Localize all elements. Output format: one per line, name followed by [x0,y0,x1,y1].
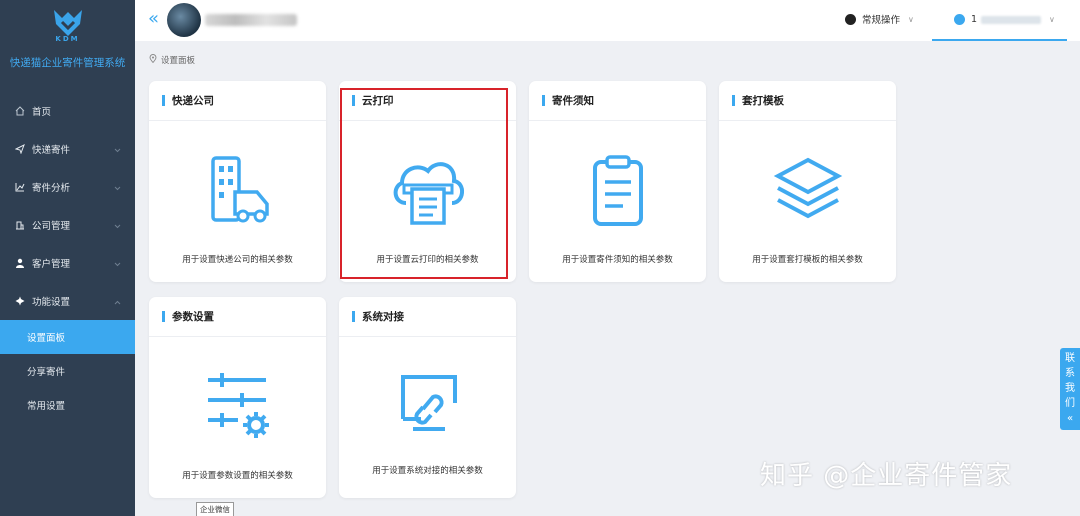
card-system-integration[interactable]: 系统对接 用于设置系统对接的相关参数 [339,297,516,498]
double-chevron-left-icon: « [1066,413,1074,424]
contact-us-char: 我 [1065,383,1075,394]
top-header: « 常规操作 ∨ 1 ∨ [135,0,1080,41]
chevron-down-icon [114,221,121,232]
sidebar-item-label: 公司管理 [32,221,71,232]
chevron-down-icon: ∨ [908,14,914,24]
chevron-down-icon: ∨ [1049,15,1055,24]
building-icon [14,219,26,231]
card-header: 系统对接 [339,297,516,337]
accent-bar [162,311,165,322]
operations-icon [845,13,856,25]
sidebar-item-label: 功能设置 [32,297,71,308]
chevron-down-icon [114,183,121,194]
sidebar-item-function-settings[interactable]: 功能设置 [0,282,135,320]
card-header: 套打模板 [719,81,896,121]
user-icon [14,257,26,269]
card-title: 寄件须知 [552,95,594,107]
avatar[interactable] [167,3,201,37]
layers-icon [773,157,842,219]
accent-bar [542,95,545,106]
card-title: 快递公司 [172,95,214,107]
sidebar-item-company[interactable]: 公司管理 [0,206,135,244]
logo-text: KDM [55,35,80,43]
sidebar-item-label: 客户管理 [32,259,71,270]
contact-us-char: 联 [1065,353,1075,364]
system-title: 快递猫企业寄件管理系统 [9,57,126,69]
location-pin-icon [149,54,157,66]
sidebar: KDM 快递猫企业寄件管理系统 首页 快递寄件 寄件分析 公司管理 客户管理 功… [0,0,135,516]
card-print-template[interactable]: 套打模板 用于设置套打模板的相关参数 [719,81,896,282]
sliders-icon [207,373,269,438]
card-description: 用于设置快递公司的相关参数 [182,255,293,265]
sidebar-item-label: 快递寄件 [32,145,71,156]
highlight-box [340,88,508,279]
sidebar-item-label: 寄件分析 [32,183,71,194]
card-description: 用于设置套打模板的相关参数 [752,255,863,265]
sidebar-item-analysis[interactable]: 寄件分析 [0,168,135,206]
operations-dropdown[interactable]: 常规操作 ∨ [845,12,914,26]
sidebar-menu: 首页 快递寄件 寄件分析 公司管理 客户管理 功能设置 设置面板 分享寄件 常用… [0,92,135,422]
chevron-down-icon [114,145,121,156]
chart-icon [14,181,26,193]
send-icon [14,143,26,155]
operations-label: 常规操作 [862,15,901,26]
card-shipping-notice[interactable]: 寄件须知 用于设置寄件须知的相关参数 [529,81,706,282]
contact-us-char: 们 [1065,398,1075,409]
card-description: 用于设置系统对接的相关参数 [372,466,483,476]
card-express-company[interactable]: 快递公司 用于设置快递公司的相关参数 [149,81,326,282]
card-parameter-settings[interactable]: 参数设置 用于设置参数设置的相关参数 [149,297,326,498]
card-header: 快递公司 [149,81,326,121]
link-monitor-icon [400,375,457,431]
sidebar-subitem-settings-panel[interactable]: 设置面板 [0,320,135,354]
watermark: 知乎 @企业寄件管家 [760,461,1013,491]
card-description: 用于设置寄件须知的相关参数 [562,255,673,265]
tooltip: 企业微信 [196,502,234,516]
chevron-down-icon [114,259,121,270]
sidebar-item-label: 首页 [32,107,52,118]
sidebar-item-home[interactable]: 首页 [0,92,135,130]
card-header: 参数设置 [149,297,326,337]
sidebar-subitem-common-settings[interactable]: 常用设置 [0,388,135,422]
contact-us-tab[interactable]: 联 系 我 们 « [1060,348,1080,430]
sidebar-item-customer[interactable]: 客户管理 [0,244,135,282]
card-description: 用于设置参数设置的相关参数 [182,471,293,481]
home-icon [14,105,26,117]
breadcrumb: 设置面板 [149,54,195,66]
breadcrumb-label: 设置面板 [161,56,196,66]
accent-bar [732,95,735,106]
contact-us-char: 系 [1065,368,1075,379]
card-header: 寄件须知 [529,81,706,121]
delivery-truck-icon [210,156,269,223]
user-icon [954,14,965,25]
card-title: 参数设置 [172,311,214,323]
gear-icon [14,295,26,307]
card-title: 套打模板 [742,95,784,107]
user-dropdown[interactable]: 1 ∨ [932,0,1067,41]
blurred-company-name [205,14,297,26]
collapse-sidebar-icon[interactable]: « [148,9,159,29]
accent-bar [162,95,165,106]
blurred-user-name [981,15,1042,24]
accent-bar [352,311,355,322]
card-title: 系统对接 [362,311,404,323]
chevron-up-icon [114,297,121,308]
sidebar-item-express-send[interactable]: 快递寄件 [0,130,135,168]
clipboard-icon [592,155,643,226]
user-name-prefix: 1 [971,14,978,25]
sidebar-subitem-share-send[interactable]: 分享寄件 [0,354,135,388]
